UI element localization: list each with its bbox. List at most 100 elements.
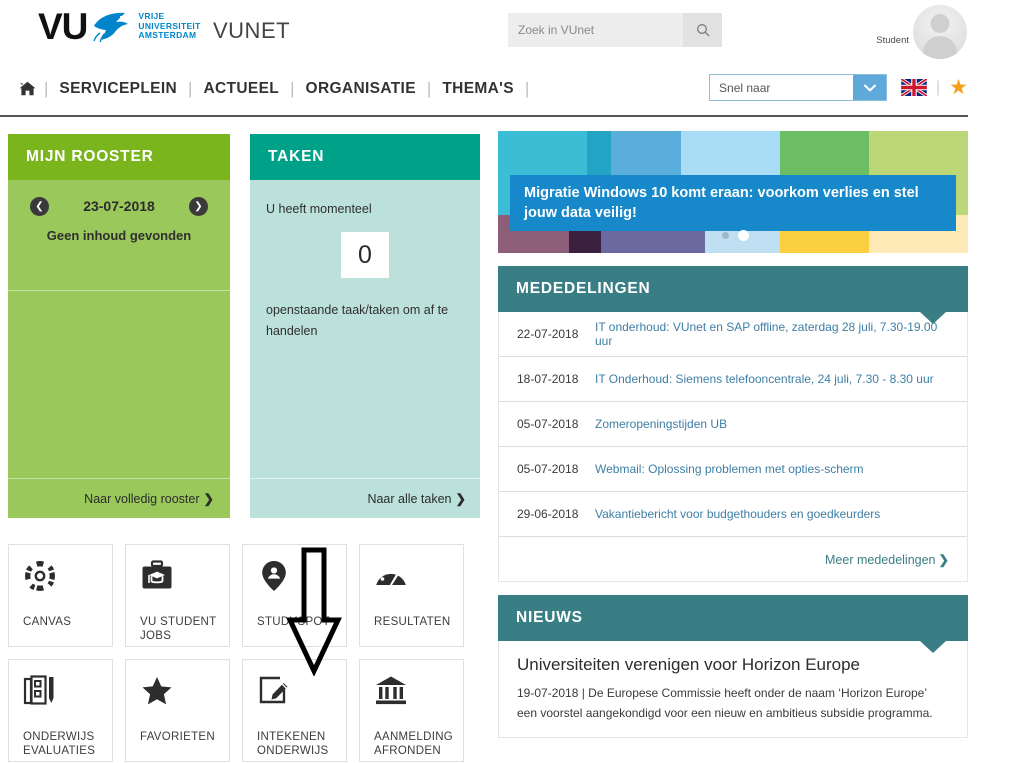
edit-square-icon xyxy=(257,674,346,716)
nav-separator: | xyxy=(936,78,941,96)
mededeling-date: 05-07-2018 xyxy=(517,462,579,476)
search-input[interactable] xyxy=(508,13,683,47)
bank-building-icon xyxy=(374,674,463,716)
uk-flag-icon[interactable] xyxy=(901,79,928,96)
tile-intekenen-onderwijs[interactable]: INTEKENEN ONDERWIJS xyxy=(242,659,347,762)
nieuws-summary: 19-07-2018 | De Europese Commissie heeft… xyxy=(517,686,933,720)
taken-footer-link[interactable]: Naar alle taken ❯ xyxy=(367,491,466,506)
tile-favorieten[interactable]: FAVORIETEN xyxy=(125,659,230,762)
mededelingen-header: MEDEDELINGEN xyxy=(498,266,968,324)
mededeling-link[interactable]: Webmail: Oplossing problemen met opties-… xyxy=(595,462,864,476)
survey-pencil-icon xyxy=(23,674,112,716)
table-row[interactable]: 29-06-2018 Vakantiebericht voor budgetho… xyxy=(499,492,967,537)
nieuws-title: NIEUWS xyxy=(516,609,583,626)
quick-nav-toggle[interactable] xyxy=(853,75,887,100)
mededeling-link[interactable]: Zomeropeningstijden UB xyxy=(595,417,727,431)
promo-banner[interactable]: Migratie Windows 10 komt eraan: voorkom … xyxy=(498,131,968,253)
mededeling-date: 05-07-2018 xyxy=(517,417,579,431)
nieuws-panel: NIEUWS Universiteiten verenigen voor Hor… xyxy=(498,595,968,738)
app-tiles-grid: CANVAS VU STUDENT JOBS STUDYSPOT RESULTA… xyxy=(8,544,482,762)
tile-label: VU STUDENT JOBS xyxy=(140,616,217,642)
mededeling-link[interactable]: Vakantiebericht voor budgethouders en go… xyxy=(595,507,880,521)
rooster-date-row: ❮ 23-07-2018 ❯ xyxy=(8,180,230,216)
tile-resultaten[interactable]: RESULTATEN xyxy=(359,544,464,647)
search-box[interactable] xyxy=(508,13,722,47)
nav-item-themas[interactable]: THEMA'S xyxy=(437,80,519,98)
tile-label: CANVAS xyxy=(23,616,72,628)
mededelingen-footer[interactable]: Meer mededelingen ❯ xyxy=(499,537,967,581)
nieuws-header: NIEUWS xyxy=(498,595,968,653)
nav-separator: | xyxy=(524,78,530,98)
rooster-footer[interactable]: Naar volledig rooster ❯ xyxy=(8,478,230,518)
top-header: VU VRIJE UNIVERSITEIT AMSTERDAM VUNET Zo… xyxy=(0,0,1024,62)
banner-carousel-dots[interactable] xyxy=(722,230,749,241)
banner-headline: Migratie Windows 10 komt eraan: voorkom … xyxy=(524,185,919,221)
canvas-icon xyxy=(23,559,112,601)
vu-logo-text: VU xyxy=(38,6,88,47)
mededeling-link[interactable]: IT Onderhoud: Siemens telefooncentrale, … xyxy=(595,372,934,386)
banner-text-overlay: Migratie Windows 10 komt eraan: voorkom … xyxy=(510,175,956,231)
nav-separator: | xyxy=(188,78,193,98)
mededeling-date: 29-06-2018 xyxy=(517,507,579,521)
tile-vu-student-jobs[interactable]: VU STUDENT JOBS xyxy=(125,544,230,647)
vu-griffin-icon xyxy=(93,12,129,42)
rooster-prev-day-button[interactable]: ❮ xyxy=(30,196,49,216)
nav-item-organisatie[interactable]: ORGANISATIE xyxy=(301,80,421,98)
tile-label: AANMELDING AFRONDEN xyxy=(374,731,454,757)
table-row[interactable]: 05-07-2018 Webmail: Oplossing problemen … xyxy=(499,447,967,492)
table-row[interactable]: 22-07-2018 IT onderhoud: VUnet en SAP of… xyxy=(499,312,967,357)
mededeling-date: 18-07-2018 xyxy=(517,372,579,386)
mededelingen-more-link[interactable]: Meer mededelingen ❯ xyxy=(825,552,949,567)
vunet-portal-page: VU VRIJE UNIVERSITEIT AMSTERDAM VUNET Zo… xyxy=(0,0,1024,763)
home-icon xyxy=(19,81,35,96)
rooster-empty-message: Geen inhoud gevonden xyxy=(46,228,192,243)
mededeling-date: 22-07-2018 xyxy=(517,327,579,341)
taken-header: TAKEN xyxy=(250,134,480,192)
nav-item-serviceplein[interactable]: SERVICEPLEIN xyxy=(54,80,182,98)
carousel-dot-1[interactable] xyxy=(722,232,729,239)
nieuws-body: Universiteiten verenigen voor Horizon Eu… xyxy=(498,641,968,738)
taken-line-1: U heeft momenteel xyxy=(266,202,372,216)
tile-canvas[interactable]: CANVAS xyxy=(8,544,113,647)
nieuws-headline[interactable]: Universiteiten verenigen voor Horizon Eu… xyxy=(499,641,967,675)
quick-nav-label: Snel naar xyxy=(719,80,771,95)
mededeling-link[interactable]: IT onderhoud: VUnet en SAP offline, zate… xyxy=(595,320,949,348)
user-account[interactable]: Student xyxy=(876,5,967,59)
map-pin-person-icon xyxy=(257,559,346,601)
tile-label: STUDYSPOT xyxy=(257,616,330,628)
main-navigation: | SERVICEPLEIN | ACTUEEL | ORGANISATIE |… xyxy=(0,62,1024,115)
taken-count: 0 xyxy=(341,232,389,278)
tile-label: RESULTATEN xyxy=(374,616,451,628)
rooster-next-day-button[interactable]: ❯ xyxy=(189,196,208,216)
panel-notch xyxy=(920,641,946,653)
search-icon xyxy=(696,24,709,37)
mijn-rooster-title: MIJN ROOSTER xyxy=(26,148,154,165)
rooster-date: 23-07-2018 xyxy=(83,198,155,214)
mijn-rooster-body: ❮ 23-07-2018 ❯ Geen inhoud gevonden Naar… xyxy=(8,180,230,518)
avatar[interactable] xyxy=(913,5,967,59)
tile-label: FAVORIETEN xyxy=(140,731,215,743)
rooster-footer-link[interactable]: Naar volledig rooster ❯ xyxy=(84,491,214,506)
tile-studyspot[interactable]: STUDYSPOT xyxy=(242,544,347,647)
search-button[interactable] xyxy=(683,13,722,47)
vu-logo-wordmark: VRIJE UNIVERSITEIT AMSTERDAM xyxy=(138,11,201,41)
tile-aanmelding-afronden[interactable]: AANMELDING AFRONDEN xyxy=(359,659,464,762)
taken-line-2: openstaande taak/taken om af te handelen xyxy=(266,303,449,338)
table-row[interactable]: 18-07-2018 IT Onderhoud: Siemens telefoo… xyxy=(499,357,967,402)
mededelingen-panel: MEDEDELINGEN 22-07-2018 IT onderhoud: VU… xyxy=(498,266,968,582)
vu-logo[interactable]: VU VRIJE UNIVERSITEIT AMSTERDAM xyxy=(38,8,201,45)
carousel-dot-2[interactable] xyxy=(738,230,749,241)
star-icon[interactable]: ★ xyxy=(949,77,968,98)
table-row[interactable]: 05-07-2018 Zomeropeningstijden UB xyxy=(499,402,967,447)
site-title: VUNET xyxy=(213,18,291,43)
taken-body: U heeft momenteel 0 openstaande taak/tak… xyxy=(250,180,480,518)
nav-item-actueel[interactable]: ACTUEEL xyxy=(198,80,284,98)
quick-nav-dropdown[interactable]: Snel naar xyxy=(709,74,888,101)
nav-separator: | xyxy=(426,78,432,98)
tile-onderwijs-evaluaties[interactable]: ONDERWIJS EVALUATIES xyxy=(8,659,113,762)
user-name-label: Student xyxy=(876,34,909,46)
taken-panel: TAKEN U heeft momenteel 0 openstaande ta… xyxy=(250,134,480,518)
taken-footer[interactable]: Naar alle taken ❯ xyxy=(250,478,480,518)
mijn-rooster-panel: MIJN ROOSTER ❮ 23-07-2018 ❯ Geen inhoud … xyxy=(8,134,230,518)
home-link[interactable] xyxy=(16,80,38,98)
